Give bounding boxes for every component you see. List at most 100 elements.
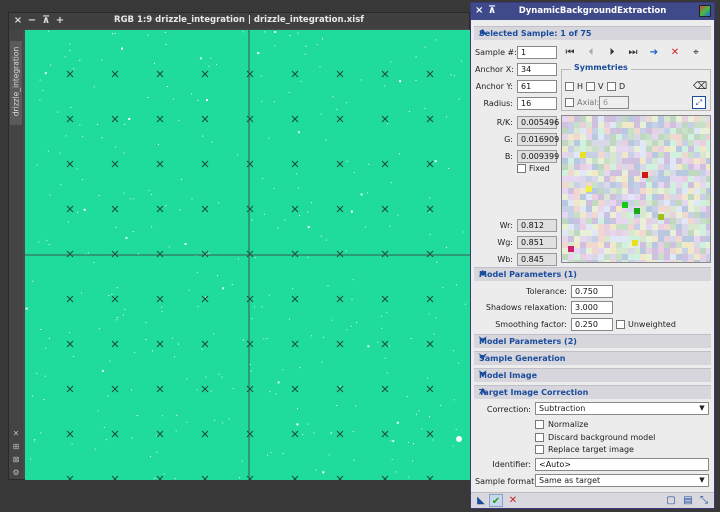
sample-marker[interactable] (246, 475, 254, 480)
shadows-relaxation-input[interactable]: 3.000 (571, 301, 613, 314)
sample-marker[interactable] (336, 475, 344, 480)
clear-symmetries-icon[interactable]: ⌫ (693, 80, 707, 93)
sample-marker[interactable] (381, 115, 389, 123)
sample-marker[interactable] (246, 430, 254, 438)
sample-marker[interactable] (111, 340, 119, 348)
sample-marker[interactable] (336, 250, 344, 258)
delete-sample-icon[interactable]: ✕ (668, 46, 682, 59)
sample-marker[interactable] (156, 385, 164, 393)
sample-marker[interactable] (426, 160, 434, 168)
preferences-icon[interactable]: ⤡ (697, 494, 711, 507)
sample-marker[interactable] (336, 430, 344, 438)
sample-marker[interactable] (201, 475, 209, 480)
sample-marker[interactable] (291, 70, 299, 78)
sample-marker[interactable] (66, 205, 74, 213)
sample-marker[interactable] (111, 250, 119, 258)
sample-marker[interactable] (201, 205, 209, 213)
reset-icon[interactable]: ✕ (506, 494, 520, 507)
discard-background-checkbox[interactable] (535, 433, 544, 442)
sample-marker[interactable] (111, 475, 119, 480)
sample-marker[interactable] (66, 340, 74, 348)
sample-marker[interactable] (156, 475, 164, 480)
new-instance-icon[interactable]: ◣ (474, 494, 488, 507)
browse-documentation-icon[interactable]: ▢ (664, 494, 678, 507)
sample-marker[interactable] (426, 115, 434, 123)
sample-marker[interactable] (246, 340, 254, 348)
sample-marker[interactable] (291, 160, 299, 168)
section-selected-sample[interactable]: Selected Sample: 1 of 75 ⮝ (474, 26, 711, 40)
image-identifier-tab[interactable]: drizzle_integration (10, 41, 22, 125)
sample-marker[interactable] (201, 430, 209, 438)
sample-marker[interactable] (426, 70, 434, 78)
sample-marker[interactable] (336, 115, 344, 123)
sample-marker[interactable] (201, 115, 209, 123)
sample-marker[interactable] (291, 475, 299, 480)
sample-marker[interactable] (246, 250, 254, 258)
sample-marker[interactable] (291, 385, 299, 393)
sample-marker[interactable] (66, 70, 74, 78)
dbe-titlebar[interactable]: × ⊼ DynamicBackgroundExtraction (471, 3, 714, 20)
sample-marker[interactable] (381, 70, 389, 78)
expand-icon[interactable]: ⮟ (479, 370, 706, 380)
radius-input[interactable]: 16 (517, 97, 557, 110)
collapse-icon[interactable]: ⮝ (479, 387, 706, 397)
sample-marker[interactable] (156, 205, 164, 213)
normalize-checkbox[interactable] (535, 420, 544, 429)
sample-marker[interactable] (336, 385, 344, 393)
sample-marker[interactable] (111, 295, 119, 303)
sample-marker[interactable] (381, 160, 389, 168)
identifier-input[interactable]: <Auto> (535, 458, 709, 471)
sample-marker[interactable] (111, 160, 119, 168)
sample-marker[interactable] (336, 160, 344, 168)
sample-marker[interactable] (111, 205, 119, 213)
expand-icon[interactable]: ⮟ (479, 336, 706, 346)
sample-marker[interactable] (246, 385, 254, 393)
sample-marker[interactable] (246, 205, 254, 213)
sample-marker[interactable] (66, 295, 74, 303)
sample-marker[interactable] (381, 430, 389, 438)
sample-marker[interactable] (291, 115, 299, 123)
symmetry-h-checkbox[interactable] (565, 82, 574, 91)
sample-marker[interactable] (201, 160, 209, 168)
sample-marker[interactable] (111, 70, 119, 78)
show-symmetries-icon[interactable]: ⤢ (692, 96, 706, 109)
symmetry-v-checkbox[interactable] (586, 82, 595, 91)
section-model-parameters-1[interactable]: Model Parameters (1) ⮝ (474, 267, 711, 281)
sample-marker[interactable] (381, 475, 389, 480)
mask-icon[interactable]: ✕ (11, 429, 21, 439)
unweighted-checkbox[interactable] (616, 320, 625, 329)
sample-marker[interactable] (426, 385, 434, 393)
smoothing-factor-input[interactable]: 0.250 (571, 318, 613, 331)
sample-marker[interactable] (66, 115, 74, 123)
sample-marker[interactable] (246, 115, 254, 123)
sample-marker[interactable] (426, 475, 434, 480)
sample-marker[interactable] (381, 295, 389, 303)
settings-icon[interactable]: ⚙ (11, 468, 21, 478)
sample-marker[interactable] (156, 160, 164, 168)
sample-marker[interactable] (156, 70, 164, 78)
sample-marker[interactable] (291, 295, 299, 303)
sample-marker[interactable] (66, 160, 74, 168)
chevron-down-icon[interactable]: ▼ (697, 476, 707, 485)
sample-marker[interactable] (291, 340, 299, 348)
section-sample-generation[interactable]: Sample Generation ⮟ (474, 351, 711, 365)
sample-marker[interactable] (111, 115, 119, 123)
anchor-x-input[interactable]: 34 (517, 63, 557, 76)
first-sample-icon[interactable]: ⏮ (563, 46, 577, 59)
sample-marker[interactable] (246, 160, 254, 168)
go-to-sample-icon[interactable]: ➔ (647, 46, 661, 59)
section-model-parameters-2[interactable]: Model Parameters (2) ⮟ (474, 334, 711, 348)
sample-format-combo[interactable]: Same as target ▼ (535, 474, 709, 487)
image-canvas[interactable] (25, 30, 470, 480)
sample-marker[interactable] (111, 430, 119, 438)
stf-icon[interactable]: ⊠ (11, 455, 21, 465)
sample-marker[interactable] (246, 70, 254, 78)
sample-number-input[interactable]: 1 (517, 46, 557, 59)
sample-marker[interactable] (336, 70, 344, 78)
fixed-checkbox[interactable] (517, 164, 526, 173)
histogram-icon[interactable]: ⊞ (11, 442, 21, 452)
edit-instance-icon[interactable]: ▤ (681, 494, 695, 507)
sample-marker[interactable] (426, 250, 434, 258)
sample-marker[interactable] (156, 430, 164, 438)
tolerance-input[interactable]: 0.750 (571, 285, 613, 298)
